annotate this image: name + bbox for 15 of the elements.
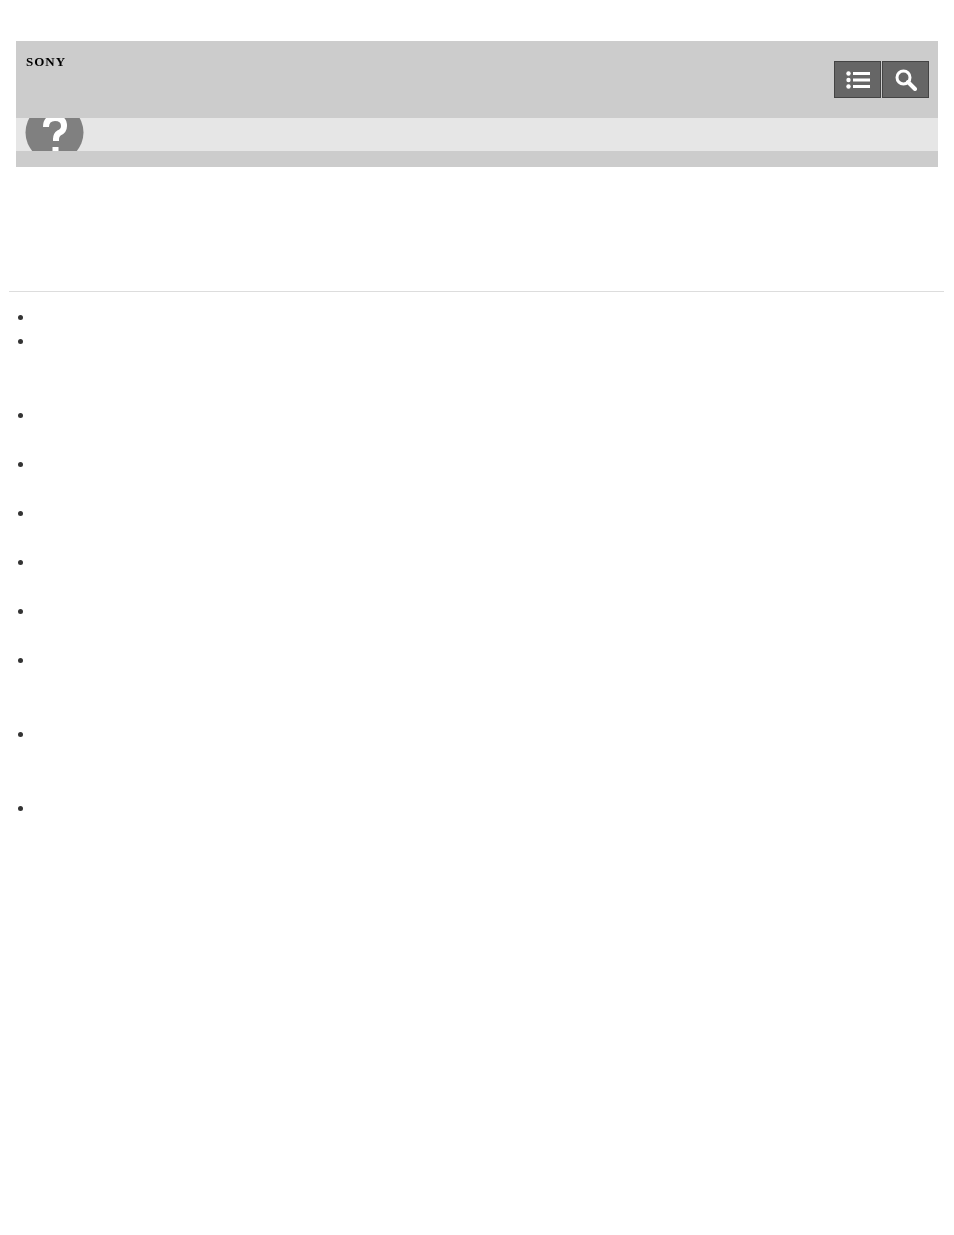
bullet-icon bbox=[18, 511, 23, 516]
bullet-icon bbox=[18, 315, 23, 320]
list-icon bbox=[845, 70, 870, 89]
bullet-icon bbox=[18, 658, 23, 663]
logo: SONY bbox=[26, 55, 67, 68]
bullet-icon bbox=[18, 806, 23, 811]
contents-button[interactable] bbox=[834, 61, 881, 98]
search-button[interactable] bbox=[882, 61, 929, 98]
bullet-icon bbox=[18, 609, 23, 614]
bullet-icon bbox=[18, 339, 23, 344]
search-icon bbox=[894, 68, 917, 91]
bullet-icon bbox=[18, 413, 23, 418]
bullet-icon bbox=[18, 732, 23, 737]
bullet-icon bbox=[18, 560, 23, 565]
bullet-icon bbox=[18, 462, 23, 467]
